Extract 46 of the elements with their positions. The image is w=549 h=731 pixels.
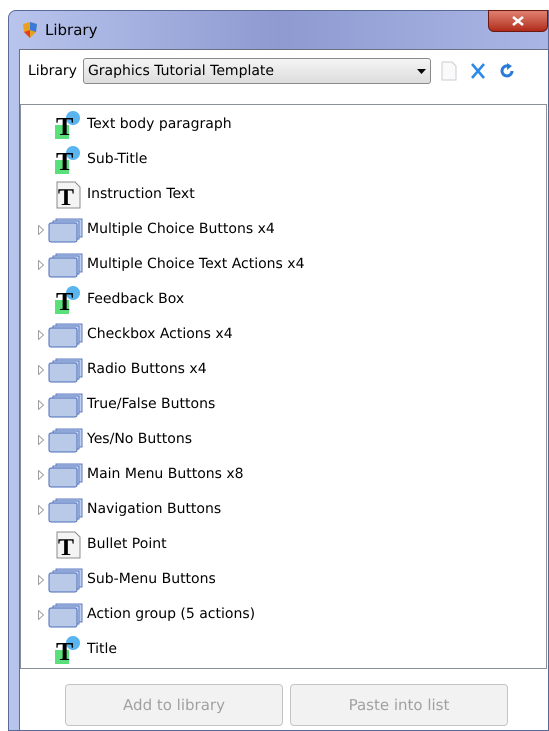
window-title: Library <box>45 20 98 41</box>
tree-item[interactable]: Checkbox Actions x4 <box>87 324 233 345</box>
layers-icon <box>48 322 84 348</box>
library-dropdown[interactable]: Graphics Tutorial Template <box>82 58 431 84</box>
expand-arrow-icon[interactable] <box>38 260 44 270</box>
expand-arrow-icon[interactable] <box>38 364 44 374</box>
tree-item[interactable]: Main Menu Buttons x8 <box>87 464 244 485</box>
new-document-icon[interactable] <box>440 61 457 81</box>
layers-icon <box>48 426 84 452</box>
expand-arrow-icon[interactable] <box>38 470 44 480</box>
expand-arrow-icon[interactable] <box>38 610 44 620</box>
expand-arrow-icon[interactable] <box>38 330 44 340</box>
tree-item[interactable]: Instruction Text <box>87 184 195 205</box>
layers-icon <box>48 252 84 278</box>
tree-item[interactable]: Sub-Title <box>87 149 148 170</box>
tree-item[interactable]: Multiple Choice Buttons x4 <box>87 219 275 240</box>
expand-arrow-icon[interactable] <box>38 224 44 234</box>
close-button[interactable] <box>488 10 548 32</box>
tree-item[interactable]: Radio Buttons x4 <box>87 359 207 380</box>
layers-icon <box>48 496 84 522</box>
tree-item[interactable]: Yes/No Buttons <box>87 429 192 450</box>
tree-item[interactable]: True/False Buttons <box>87 394 216 415</box>
dropdown-arrow-icon <box>416 68 426 74</box>
tree-item[interactable]: Navigation Buttons <box>87 499 222 520</box>
expand-arrow-icon[interactable] <box>38 574 44 584</box>
tree-item[interactable]: Feedback Box <box>87 289 184 310</box>
layers-icon <box>48 356 84 382</box>
tree-item[interactable]: Sub-Menu Buttons <box>87 569 216 590</box>
layers-icon <box>48 392 84 418</box>
tree-item[interactable]: Title <box>87 639 118 660</box>
expand-arrow-icon[interactable] <box>38 400 44 410</box>
tree-item[interactable]: Bullet Point <box>87 534 167 555</box>
layers-icon <box>48 216 84 242</box>
close-icon <box>512 16 524 26</box>
layers-icon <box>48 602 84 628</box>
expand-arrow-icon[interactable] <box>38 434 44 444</box>
tree-item[interactable]: Multiple Choice Text Actions x4 <box>87 254 304 275</box>
tree-item[interactable]: Text body paragraph <box>87 114 232 135</box>
layers-icon <box>48 566 84 592</box>
tree-item[interactable]: Action group (5 actions) <box>87 604 256 625</box>
delete-icon[interactable] <box>470 63 485 79</box>
refresh-icon[interactable] <box>498 63 515 79</box>
library-label: Library <box>28 62 77 80</box>
app-logo-icon <box>21 21 39 39</box>
layers-icon <box>48 462 84 488</box>
expand-arrow-icon[interactable] <box>38 504 44 514</box>
